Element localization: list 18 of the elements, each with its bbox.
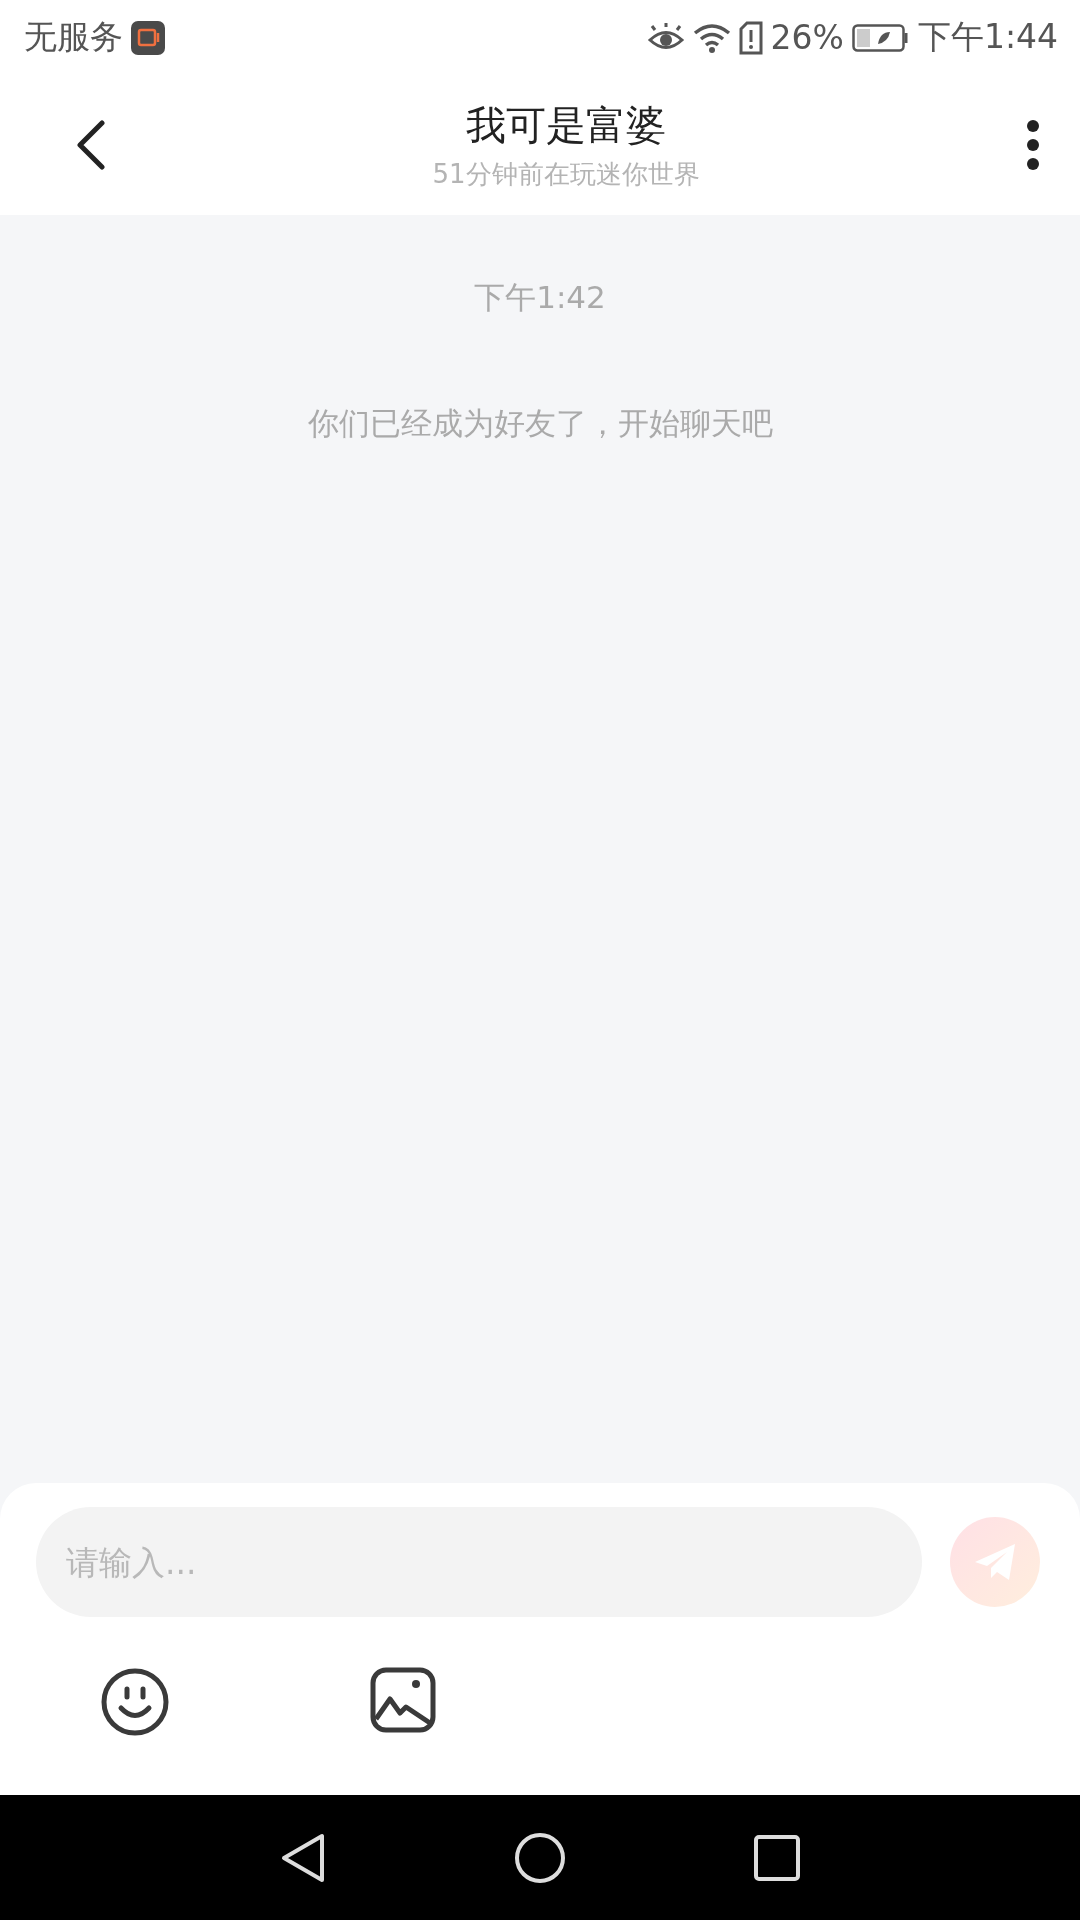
emoji-icon[interactable] xyxy=(100,1667,170,1737)
battery-percent: 26% xyxy=(770,18,844,57)
back-icon[interactable] xyxy=(76,120,106,170)
message-input[interactable]: 请输入... xyxy=(36,1507,922,1617)
system-message: 你们已经成为好友了，开始聊天吧 xyxy=(307,404,773,443)
app-notification-icon xyxy=(131,20,165,55)
sim-alert-icon xyxy=(738,20,763,55)
wifi-icon xyxy=(692,21,731,54)
more-options-icon[interactable] xyxy=(1026,119,1040,171)
carrier-text: 无服务 xyxy=(24,16,123,58)
activity-status: 51分钟前在玩迷你世界 xyxy=(432,158,700,191)
back-nav-icon[interactable] xyxy=(280,1832,326,1883)
home-nav-icon[interactable] xyxy=(514,1831,566,1884)
clock-text: 下午1:44 xyxy=(917,16,1058,58)
recents-nav-icon[interactable] xyxy=(754,1834,800,1881)
chat-title: 我可是富婆 xyxy=(466,101,666,150)
message-timestamp: 下午1:42 xyxy=(474,278,606,317)
battery-icon xyxy=(851,23,910,52)
